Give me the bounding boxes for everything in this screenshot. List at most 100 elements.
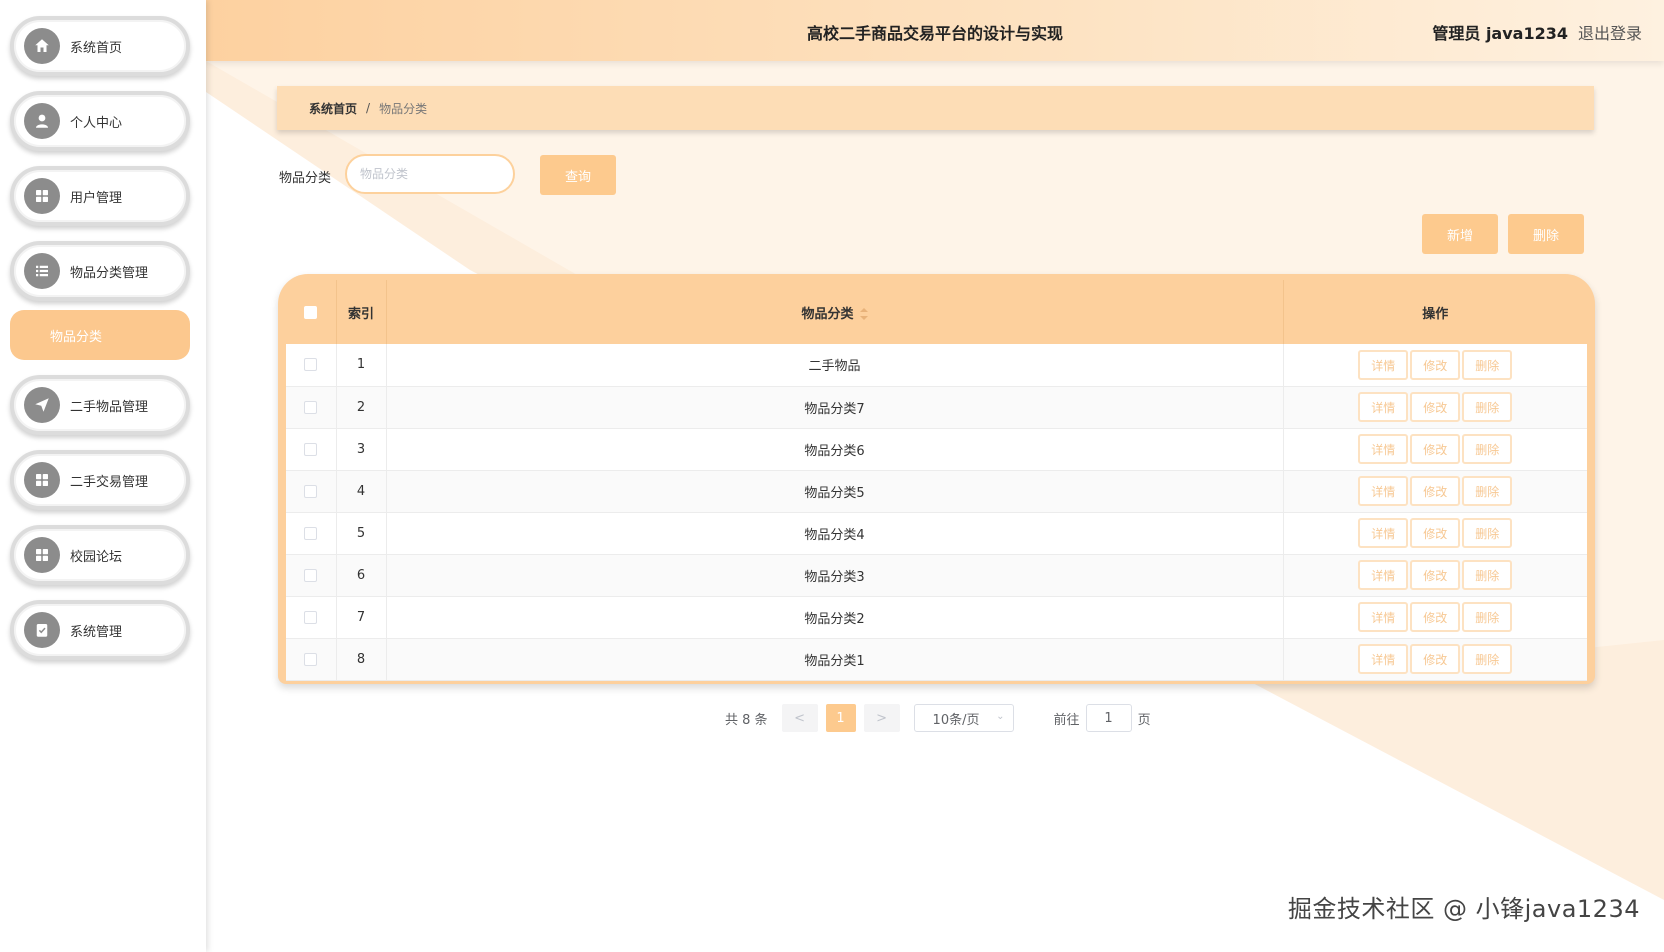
edit-button[interactable]: 修改 [1410, 560, 1461, 590]
detail-button[interactable]: 详情 [1358, 518, 1409, 548]
prev-page-button[interactable]: < [781, 704, 818, 732]
sidebar-item-users[interactable]: 用户管理 [10, 166, 190, 226]
list-icon [24, 253, 60, 289]
sidebar-subitem-category[interactable]: 物品分类 [10, 310, 190, 360]
breadcrumb: 系统首页 / 物品分类 [277, 86, 1594, 130]
page-number-current[interactable]: 1 [825, 704, 856, 732]
delete-row-button[interactable]: 删除 [1462, 349, 1513, 380]
row-index: 3 [336, 428, 387, 471]
row-actions: 详情 修改 删除 [1283, 512, 1587, 555]
user-icon [24, 103, 60, 139]
delete-row-button[interactable]: 删除 [1462, 560, 1513, 590]
page-size-value: 10条/页 [932, 712, 980, 728]
row-category: 物品分类7 [386, 386, 1284, 429]
detail-button[interactable]: 详情 [1358, 644, 1409, 674]
breadcrumb-separator: / [366, 101, 371, 115]
edit-button[interactable]: 修改 [1410, 434, 1461, 464]
delete-row-button[interactable]: 删除 [1462, 392, 1513, 422]
sidebar: 系统首页 个人中心 用户管理 物品分类管理 物品分类 二手物品管理 二手交易管理 [0, 0, 206, 952]
row-actions: 详情 修改 删除 [1283, 638, 1587, 681]
add-button[interactable]: 新增 [1422, 214, 1498, 254]
row-select-cell [286, 638, 337, 681]
edit-button[interactable]: 修改 [1410, 349, 1461, 380]
table-row: 6 物品分类3 详情 修改 删除 [286, 554, 1587, 597]
select-all-checkbox[interactable] [304, 305, 318, 319]
sidebar-item-trades[interactable]: 二手交易管理 [10, 450, 190, 510]
sidebar-item-forum[interactable]: 校园论坛 [10, 525, 190, 585]
edit-button[interactable]: 修改 [1410, 476, 1461, 506]
row-actions: 详情 修改 删除 [1283, 470, 1587, 513]
row-category: 物品分类6 [386, 428, 1284, 471]
row-checkbox[interactable] [304, 568, 318, 582]
row-actions: 详情 修改 删除 [1283, 344, 1587, 387]
column-header-index: 索引 [336, 280, 387, 344]
delete-row-button[interactable]: 删除 [1462, 518, 1513, 548]
page-size-select[interactable]: 10条/页 ⌄ [913, 704, 1014, 732]
row-checkbox[interactable] [304, 442, 318, 456]
edit-button[interactable]: 修改 [1410, 602, 1461, 632]
grid-icon [24, 178, 60, 214]
sidebar-item-label: 校园论坛 [70, 549, 123, 565]
row-actions: 详情 修改 删除 [1283, 596, 1587, 639]
delete-row-button[interactable]: 删除 [1462, 476, 1513, 506]
next-page-button[interactable]: > [863, 704, 900, 732]
row-index: 5 [336, 512, 387, 555]
sidebar-item-profile[interactable]: 个人中心 [10, 91, 190, 151]
table-header-row: 索引 物品分类 操作 [286, 280, 1587, 344]
row-index: 1 [336, 344, 387, 387]
logout-link[interactable]: 退出登录 [1578, 20, 1642, 44]
row-select-cell [286, 428, 337, 471]
goto-page-input[interactable] [1085, 704, 1132, 732]
row-index: 6 [336, 554, 387, 597]
column-header-category-label: 物品分类 [801, 306, 854, 322]
top-header: 高校二手商品交易平台的设计与实现 管理员 java1234 退出登录 [206, 0, 1664, 61]
current-user: 管理员 java1234 [1432, 24, 1568, 43]
goto-label: 前往 [1053, 712, 1080, 728]
sidebar-item-category-management[interactable]: 物品分类管理 [10, 241, 190, 301]
column-header-actions: 操作 [1422, 306, 1449, 322]
search-label: 物品分类 [279, 171, 332, 186]
detail-button[interactable]: 详情 [1358, 560, 1409, 590]
watermark: 掘金技术社区 @ 小锋java1234 [1287, 895, 1640, 923]
delete-row-button[interactable]: 删除 [1462, 644, 1513, 674]
row-checkbox[interactable] [304, 652, 318, 666]
row-index: 2 [336, 386, 387, 429]
sidebar-item-system[interactable]: 系统管理 [10, 600, 190, 660]
row-checkbox[interactable] [304, 610, 318, 624]
send-icon [24, 387, 60, 423]
detail-button[interactable]: 详情 [1358, 434, 1409, 464]
table-row: 5 物品分类4 详情 修改 删除 [286, 512, 1587, 555]
row-checkbox[interactable] [304, 484, 318, 498]
sidebar-item-label: 系统管理 [70, 624, 123, 640]
edit-button[interactable]: 修改 [1410, 644, 1461, 674]
search-input[interactable] [345, 154, 515, 194]
detail-button[interactable]: 详情 [1358, 476, 1409, 506]
table-row: 2 物品分类7 详情 修改 删除 [286, 386, 1587, 429]
delete-button[interactable]: 删除 [1508, 214, 1584, 254]
sidebar-item-label: 二手物品管理 [70, 399, 149, 415]
row-category: 物品分类4 [386, 512, 1284, 555]
edit-button[interactable]: 修改 [1410, 518, 1461, 548]
table-row: 4 物品分类5 详情 修改 删除 [286, 470, 1587, 513]
detail-button[interactable]: 详情 [1358, 392, 1409, 422]
row-checkbox[interactable] [304, 358, 318, 372]
detail-button[interactable]: 详情 [1358, 602, 1409, 632]
column-header-category[interactable]: 物品分类 [386, 280, 1284, 344]
detail-button[interactable]: 详情 [1358, 349, 1409, 380]
edit-button[interactable]: 修改 [1410, 392, 1461, 422]
pagination: 共 8 条 < 1 > 10条/页 ⌄ 前往 页 [725, 704, 1151, 732]
query-button[interactable]: 查询 [540, 155, 616, 195]
grid-icon [24, 462, 60, 498]
row-select-cell [286, 512, 337, 555]
page-suffix: 页 [1137, 712, 1151, 728]
table-row: 8 物品分类1 详情 修改 删除 [286, 638, 1587, 681]
breadcrumb-home[interactable]: 系统首页 [309, 100, 357, 117]
sort-icon[interactable] [859, 308, 868, 320]
row-checkbox[interactable] [304, 526, 318, 540]
row-checkbox[interactable] [304, 400, 318, 414]
sidebar-item-home[interactable]: 系统首页 [10, 16, 190, 76]
row-actions: 详情 修改 删除 [1283, 428, 1587, 471]
delete-row-button[interactable]: 删除 [1462, 434, 1513, 464]
delete-row-button[interactable]: 删除 [1462, 602, 1513, 632]
sidebar-item-used-goods[interactable]: 二手物品管理 [10, 375, 190, 435]
